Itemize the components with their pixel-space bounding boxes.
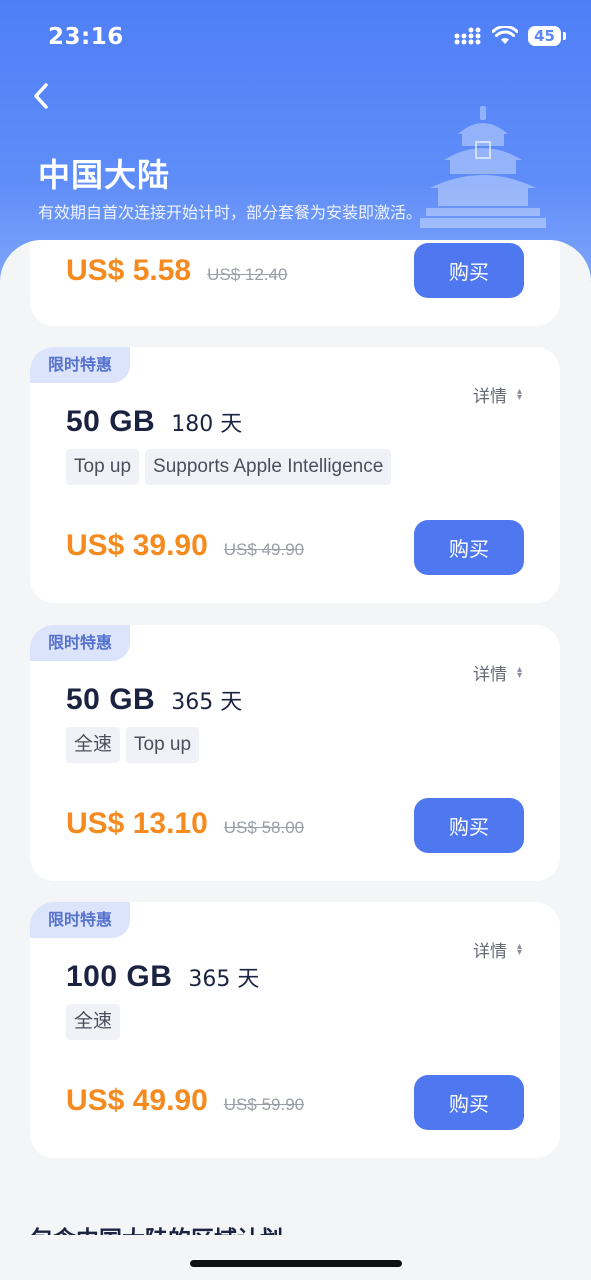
promo-badge: 限时特惠 (30, 902, 131, 938)
price: US$ 49.90 (66, 1084, 208, 1117)
buy-button[interactable]: 购买 (414, 798, 524, 853)
data-amount: 50 GB (66, 683, 156, 716)
price: US$ 13.10 (66, 807, 208, 840)
details-label: 详情 (472, 387, 507, 407)
promo-badge: 限时特惠 (30, 347, 131, 383)
feature-tags: 全速 (66, 1004, 121, 1040)
feature-tag: Supports Apple Intelligence (145, 449, 392, 485)
details-toggle[interactable]: 详情 ▴ ▾ (473, 382, 522, 407)
page-subtitle: 有效期自首次连接开始计时，部分套餐为安装即激活。 (38, 203, 423, 222)
data-amount: 50 GB (66, 405, 156, 438)
plan-card: US$ 5.58 US$ 12.40 购买 (30, 240, 560, 326)
duration: 180 天 (171, 412, 243, 437)
sort-icon: ▴ ▾ (516, 940, 522, 958)
buy-button[interactable]: 购买 (414, 1075, 524, 1130)
details-label: 详情 (472, 942, 507, 962)
back-arrow-icon[interactable] (26, 80, 58, 112)
page-title: 中国大陆 (38, 156, 171, 194)
battery-icon: 45 (528, 26, 566, 46)
data-amount: 100 GB (66, 960, 173, 993)
sort-icon: ▴ ▾ (516, 385, 522, 403)
original-price: US$ 12.40 (207, 265, 288, 284)
buy-button[interactable]: 购买 (414, 520, 524, 575)
temple-of-heaven-icon (420, 106, 546, 228)
buy-button[interactable]: 购买 (414, 243, 524, 298)
plan-card: 限时特惠 详情 ▴ ▾ 100 GB 365 天 全速 US$ 49.90 US$… (30, 902, 560, 1158)
price: US$ 39.90 (66, 529, 208, 562)
price-row: US$ 49.90 US$ 59.90 (66, 1084, 304, 1118)
price: US$ 5.58 (66, 254, 192, 287)
details-toggle[interactable]: 详情 ▴ ▾ (473, 660, 522, 685)
sort-icon: ▴ ▾ (516, 663, 522, 681)
plan-list[interactable]: US$ 5.58 US$ 12.40 购买 限时特惠 详情 ▴ ▾ 50 GB 1… (0, 240, 591, 1235)
duration: 365 天 (171, 690, 243, 715)
duration: 365 天 (188, 967, 260, 992)
feature-tag: Top up (126, 727, 200, 763)
price-row: US$ 13.10 US$ 58.00 (66, 807, 304, 841)
section-title-regional-plans: 包含中国大陆的区域计划 (30, 1220, 283, 1235)
plan-card: 限时特惠 详情 ▴ ▾ 50 GB 180 天 Top up Supports A… (30, 347, 560, 603)
promo-badge: 限时特惠 (30, 625, 131, 661)
plan-card: 限时特惠 详情 ▴ ▾ 50 GB 365 天 全速 Top up US$ 13.… (30, 625, 560, 881)
original-price: US$ 59.90 (223, 1095, 305, 1114)
feature-tags: Top up Supports Apple Intelligence (66, 449, 392, 485)
signal-icon (454, 27, 481, 45)
original-price: US$ 49.90 (223, 540, 305, 559)
original-price: US$ 58.00 (223, 818, 305, 837)
feature-tag: Top up (66, 449, 140, 485)
feature-tags: 全速 Top up (66, 727, 200, 763)
home-indicator[interactable] (190, 1260, 402, 1267)
wifi-icon (492, 26, 519, 44)
feature-tag: 全速 (66, 727, 121, 763)
bottom-safe-area (0, 1235, 591, 1280)
status-icons: 45 (454, 26, 566, 46)
plan-summary: 50 GB 180 天 (66, 405, 242, 439)
plan-summary: 50 GB 365 天 (66, 683, 242, 717)
details-label: 详情 (472, 665, 507, 685)
status-time: 23:16 (48, 24, 124, 50)
details-toggle[interactable]: 详情 ▴ ▾ (473, 937, 522, 962)
status-bar: 23:16 45 (0, 0, 591, 76)
price-row: US$ 5.58 US$ 12.40 (66, 254, 287, 288)
price-row: US$ 39.90 US$ 49.90 (66, 529, 304, 563)
feature-tag: 全速 (66, 1004, 121, 1040)
plan-summary: 100 GB 365 天 (66, 960, 259, 994)
